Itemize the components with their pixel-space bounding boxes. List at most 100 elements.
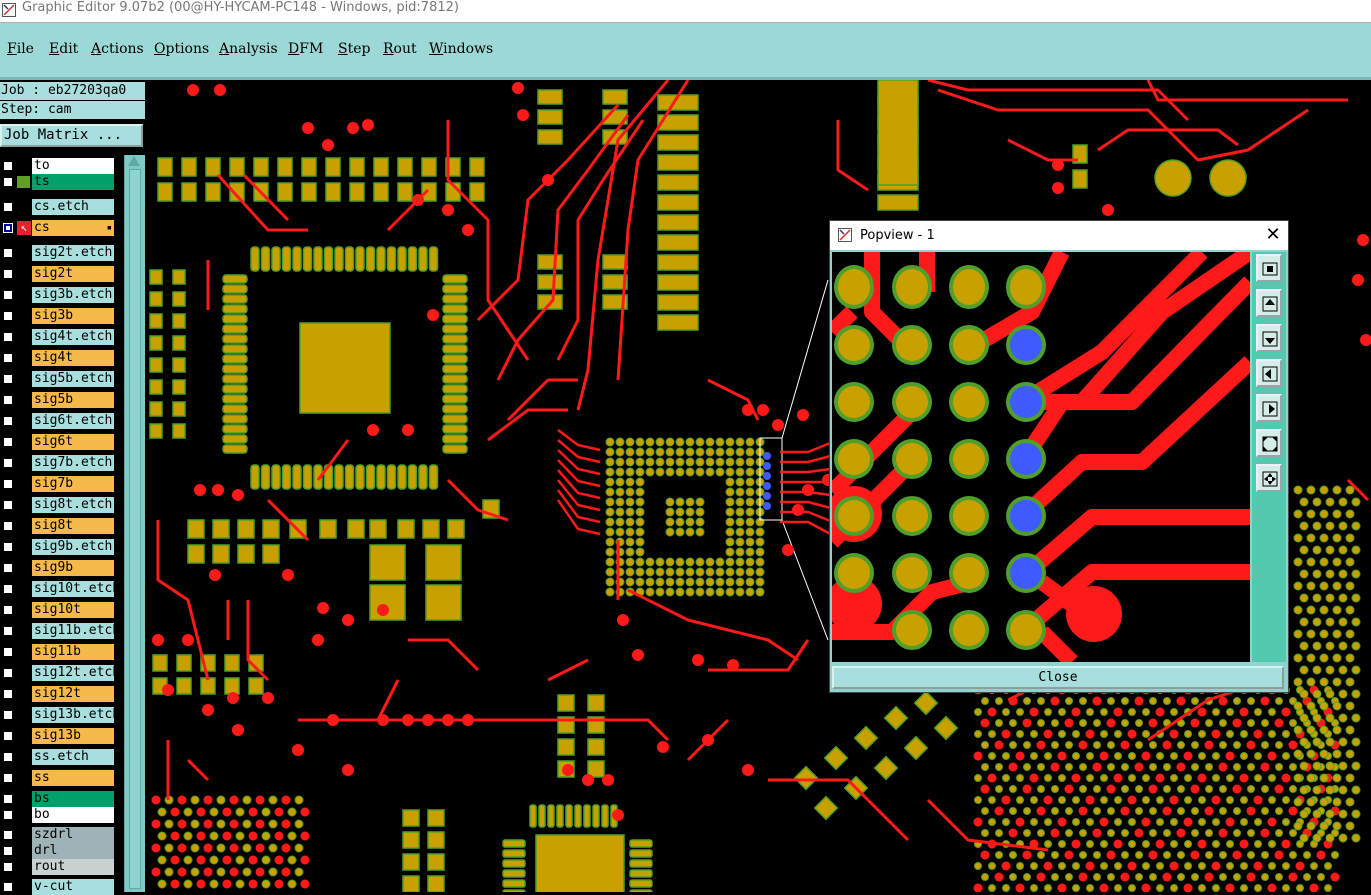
menu-options[interactable]: Options xyxy=(154,41,209,57)
layer-name[interactable]: sig9b xyxy=(32,560,114,576)
layer-name[interactable]: sig5b.etch xyxy=(32,371,114,387)
menu-rout[interactable]: Rout xyxy=(383,41,417,57)
layer-checkbox[interactable] xyxy=(3,647,13,657)
layer-checkbox[interactable] xyxy=(3,416,13,426)
layer-row[interactable]: ts xyxy=(0,174,118,190)
layer-name[interactable]: drl xyxy=(32,843,114,859)
layer-name[interactable]: ss.etch xyxy=(32,749,114,765)
menu-file[interactable]: File xyxy=(7,41,34,57)
layer-name[interactable]: sig13b.etch xyxy=(32,707,120,723)
layer-checkbox[interactable] xyxy=(3,290,13,300)
layer-row[interactable]: sig13b xyxy=(0,728,118,744)
layer-checkbox[interactable] xyxy=(3,353,13,363)
layer-checkbox[interactable] xyxy=(3,248,13,258)
layer-name[interactable]: szdrl xyxy=(32,827,114,843)
layer-checkbox[interactable] xyxy=(3,563,13,573)
menu-dfm[interactable]: DFM xyxy=(288,41,323,57)
layer-checkbox[interactable] xyxy=(3,269,13,279)
close-icon[interactable]: ✕ xyxy=(1262,224,1284,246)
layer-checkbox[interactable] xyxy=(3,311,13,321)
layer-checkbox[interactable] xyxy=(3,862,13,872)
layer-row[interactable]: sig13b.etch xyxy=(0,707,120,723)
layer-checkbox[interactable] xyxy=(3,332,13,342)
layer-row[interactable]: ↖ cs xyxy=(0,220,118,236)
layer-checkbox[interactable] xyxy=(3,542,13,552)
layer-name[interactable]: sig6t xyxy=(32,434,114,450)
layer-checkbox[interactable] xyxy=(3,794,13,804)
layer-row[interactable]: sig10t.etch xyxy=(0,581,120,597)
layer-name[interactable]: sig3b.etch xyxy=(32,287,114,303)
layer-name[interactable]: sig3b xyxy=(32,308,114,324)
menu-edit[interactable]: Edit xyxy=(49,41,78,57)
layer-checkbox[interactable] xyxy=(3,830,13,840)
popview-close-button[interactable]: Close xyxy=(832,666,1284,689)
popview-titlebar[interactable]: Popview - 1 ✕ xyxy=(830,221,1288,250)
layer-row[interactable]: sig12t xyxy=(0,686,118,702)
layer-row[interactable]: drl xyxy=(0,843,118,859)
layer-row[interactable]: ss.etch xyxy=(0,749,118,765)
layer-row[interactable]: to xyxy=(0,158,118,174)
layer-checkbox[interactable] xyxy=(3,500,13,510)
layer-name[interactable]: ss xyxy=(32,770,114,786)
layer-checkbox[interactable] xyxy=(3,177,13,187)
layer-name[interactable]: sig12t.etch xyxy=(32,665,120,681)
layer-row[interactable]: sig4t xyxy=(0,350,118,366)
layer-name[interactable]: ts xyxy=(32,174,114,190)
layer-row[interactable]: sig6t.etch xyxy=(0,413,118,429)
layer-row[interactable]: sig4t.etch xyxy=(0,329,118,345)
layer-row[interactable]: sig11b.etch xyxy=(0,623,120,639)
layer-name[interactable]: sig11b.etch xyxy=(32,623,120,639)
popview-zoom-canvas[interactable] xyxy=(832,252,1250,662)
layer-name[interactable]: bs xyxy=(32,791,114,807)
menu-actions[interactable]: Actions xyxy=(91,41,144,57)
layer-checkbox[interactable] xyxy=(3,882,13,892)
layer-checkbox[interactable] xyxy=(3,479,13,489)
layer-row[interactable]: rout xyxy=(0,859,118,875)
layer-row[interactable]: ss xyxy=(0,770,118,786)
layer-row[interactable]: sig10t xyxy=(0,602,118,618)
layer-checkbox[interactable] xyxy=(3,773,13,783)
layer-row[interactable]: cs.etch xyxy=(0,199,118,215)
layer-row[interactable]: sig2t.etch xyxy=(0,245,118,261)
zoom-out-button[interactable] xyxy=(1256,464,1282,492)
menu-windows[interactable]: Windows xyxy=(429,41,493,57)
layer-checkbox[interactable] xyxy=(3,689,13,699)
layer-row[interactable]: bo xyxy=(0,807,118,823)
layer-name[interactable]: cs xyxy=(32,220,114,236)
layer-row[interactable]: sig9b xyxy=(0,560,118,576)
layer-name[interactable]: sig4t xyxy=(32,350,114,366)
layer-row[interactable]: sig3b xyxy=(0,308,118,324)
layer-name[interactable]: cs.etch xyxy=(32,199,114,215)
layer-checkbox[interactable] xyxy=(3,202,13,212)
layer-row[interactable]: sig9b.etch xyxy=(0,539,118,555)
layer-row[interactable]: sig3b.etch xyxy=(0,287,118,303)
layer-name[interactable]: sig10t xyxy=(32,602,114,618)
layer-name[interactable]: sig6t.etch xyxy=(32,413,114,429)
pan-left-button[interactable] xyxy=(1256,359,1282,387)
layer-name[interactable]: v-cut xyxy=(32,879,114,895)
layer-row[interactable]: sig11b xyxy=(0,644,118,660)
layer-name[interactable]: sig11b xyxy=(32,644,114,660)
layer-row[interactable]: sig5b.etch xyxy=(0,371,118,387)
layer-name[interactable]: sig12t xyxy=(32,686,114,702)
layer-name[interactable]: sig4t.etch xyxy=(32,329,114,345)
layer-row[interactable]: sig6t xyxy=(0,434,118,450)
layer-row[interactable]: szdrl xyxy=(0,827,118,843)
layer-checkbox[interactable] xyxy=(3,626,13,636)
layer-checkbox[interactable] xyxy=(3,374,13,384)
layer-checkbox[interactable] xyxy=(3,521,13,531)
scroll-up-arrow[interactable] xyxy=(128,156,140,166)
layer-checkbox[interactable] xyxy=(3,810,13,820)
layer-checkbox[interactable] xyxy=(3,395,13,405)
layer-row[interactable]: sig8t xyxy=(0,518,118,534)
layer-checkbox[interactable] xyxy=(3,668,13,678)
layer-row[interactable]: v-cut xyxy=(0,879,118,895)
layer-checkbox[interactable] xyxy=(3,458,13,468)
layer-checkbox[interactable] xyxy=(3,223,13,233)
layer-name[interactable]: sig9b.etch xyxy=(32,539,114,555)
layer-checkbox[interactable] xyxy=(3,437,13,447)
pan-down-button[interactable] xyxy=(1256,324,1282,352)
menu-analysis[interactable]: Analysis xyxy=(219,41,278,57)
layer-row[interactable]: sig8t.etch xyxy=(0,497,118,513)
menu-step[interactable]: Step xyxy=(338,41,370,57)
